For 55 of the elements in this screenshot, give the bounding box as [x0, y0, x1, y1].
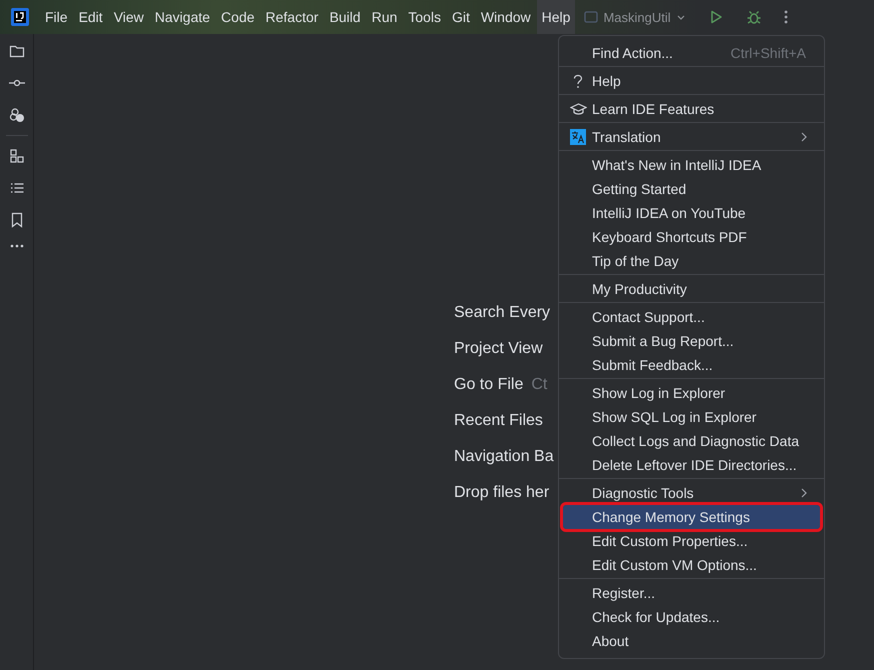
question-icon — [573, 74, 583, 88]
hint-text: Navigation Ba — [454, 448, 554, 467]
menu-item[interactable]: Edit Custom Properties... — [563, 529, 820, 553]
menu-item[interactable]: Find Action... Ctrl+Shift+A — [563, 41, 820, 65]
app-logo-icon[interactable] — [11, 8, 29, 26]
menu-bar-item[interactable]: Git — [446, 0, 475, 34]
hint-text: Go to File — [454, 376, 524, 395]
menu-bar-item[interactable]: View — [108, 0, 149, 34]
menu-item[interactable]: Submit a Bug Report... — [563, 329, 820, 353]
translate-icon — [570, 129, 586, 145]
hint-text: Recent Files — [454, 412, 543, 431]
menu-item[interactable]: Edit Custom VM Options... — [563, 553, 820, 577]
menu-item[interactable]: Submit Feedback... — [563, 353, 820, 377]
shortcut-text: Ct — [531, 376, 548, 395]
structure-icon[interactable] — [8, 148, 24, 164]
menu-item[interactable]: Diagnostic Tools — [563, 481, 820, 505]
menu-item[interactable]: Show SQL Log in Explorer — [563, 405, 820, 429]
menu-item[interactable]: Contact Support... — [563, 305, 820, 329]
menu-item[interactable]: Change Memory Settings — [563, 505, 820, 529]
menu-bar-item[interactable]: Help — [536, 0, 576, 34]
window-icon — [584, 10, 598, 24]
menu-item[interactable]: Register... — [563, 581, 820, 605]
more-icon[interactable] — [10, 244, 24, 248]
menu-item[interactable]: Learn IDE Features — [563, 97, 820, 121]
menu-bar-item[interactable]: Refactor — [260, 0, 324, 34]
menu-bar-item[interactable]: Window — [476, 0, 536, 34]
menu-item[interactable]: Getting Started — [563, 177, 820, 201]
menu-bar-item[interactable]: Run — [366, 0, 402, 34]
menu-bar-item[interactable]: Code — [216, 0, 260, 34]
menu-item[interactable]: Show Log in Explorer — [563, 381, 820, 405]
menu-item[interactable]: Keyboard Shortcuts PDF — [563, 225, 820, 249]
hint-text: Search Every — [454, 304, 550, 323]
menu-item[interactable]: Tip of the Day — [563, 249, 820, 273]
menu-bar-item[interactable]: File — [40, 0, 73, 34]
menu-item[interactable]: About — [563, 629, 820, 653]
menu-item[interactable]: Translation — [563, 125, 820, 149]
project-selector[interactable]: MaskingUtil — [584, 10, 686, 24]
menu-bar-item[interactable]: Build — [324, 0, 366, 34]
menu-item[interactable]: Help — [563, 69, 820, 93]
more-icon[interactable] — [784, 9, 788, 25]
folder-icon[interactable] — [8, 43, 24, 59]
menu-bar-item[interactable]: Edit — [74, 0, 108, 34]
menu-item[interactable]: Check for Updates... — [563, 605, 820, 629]
menu-item[interactable]: Collect Logs and Diagnostic Data — [563, 429, 820, 453]
bug-icon[interactable] — [746, 9, 762, 25]
menu-item[interactable]: What's New in IntelliJ IDEA — [563, 153, 820, 177]
menu-bar-item[interactable]: Navigate — [150, 0, 216, 34]
hint-text: Project View — [454, 340, 543, 359]
hint-text: Drop files her — [454, 484, 550, 503]
menu-item[interactable]: IntelliJ IDEA on YouTube — [563, 201, 820, 225]
menu-item[interactable]: Delete Leftover IDE Directories... — [563, 453, 820, 477]
help-cluster-icon[interactable] — [8, 107, 24, 123]
menu-bar-item[interactable]: Tools — [403, 0, 446, 34]
menu-item[interactable]: My Productivity — [563, 277, 820, 301]
graduation-cap-icon — [570, 102, 586, 116]
